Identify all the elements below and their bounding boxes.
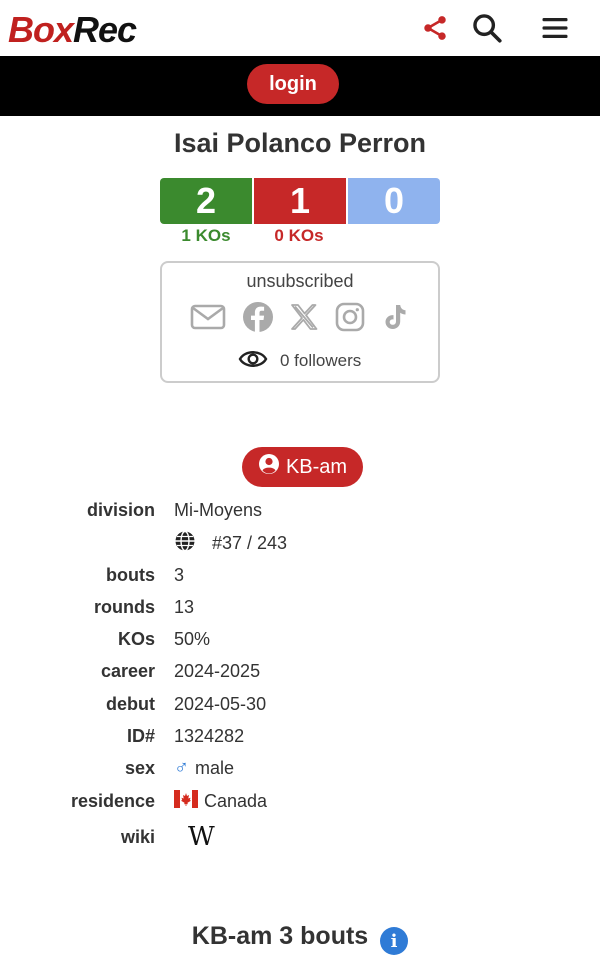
detail-value: 50% — [174, 628, 211, 649]
male-icon: ♂ — [174, 756, 189, 779]
detail-label: rounds — [94, 596, 155, 617]
detail-row-id: ID# 1324282 — [0, 721, 600, 751]
followers-row[interactable]: 0 followers — [238, 347, 361, 375]
detail-row-career: career 2024-2025 — [0, 656, 600, 686]
social-panel: unsubscribed 0 followers — [160, 261, 440, 383]
detail-label: sex — [124, 757, 155, 778]
detail-label: residence — [70, 790, 155, 811]
ranking-text: #37 / 243 — [212, 532, 288, 553]
user-circle-icon — [258, 453, 280, 481]
detail-value[interactable]: Canada — [174, 789, 268, 813]
wins-kos: 1 KOs — [181, 226, 231, 245]
losses-kos: 0 KOs — [274, 226, 324, 245]
detail-label: career — [100, 660, 155, 681]
draws-count: 0 — [348, 178, 440, 224]
share-icon[interactable] — [415, 8, 455, 48]
boxrec-logo[interactable]: BoxRec — [8, 10, 137, 50]
tiktok-icon[interactable] — [380, 302, 410, 337]
globe-icon — [174, 530, 196, 557]
wins-count: 2 — [160, 178, 252, 224]
detail-value: 3 — [174, 564, 185, 585]
detail-row-bouts: bouts 3 — [0, 560, 600, 590]
subscription-status: unsubscribed — [246, 271, 354, 291]
detail-label: division — [86, 499, 155, 520]
detail-label: KOs — [117, 628, 155, 649]
detail-label: debut — [106, 693, 155, 714]
x-icon[interactable] — [289, 302, 319, 337]
detail-value: 2024-2025 — [174, 660, 261, 681]
login-button[interactable]: login — [247, 64, 339, 104]
menu-icon[interactable] — [535, 8, 575, 48]
sex-text: male — [195, 757, 235, 778]
followers-count: 0 followers — [280, 351, 362, 370]
record-bar: 2 1 0 — [160, 178, 440, 224]
promoter-label: KB-am — [285, 455, 348, 478]
detail-value: 2024-05-30 — [174, 693, 267, 714]
top-header: BoxRec — [0, 0, 600, 56]
bouts-section-title: KB-am 3 bouts — [191, 922, 369, 950]
detail-label: ID# — [126, 725, 155, 746]
detail-row-kos: KOs 50% — [0, 624, 600, 654]
detail-row-rounds: rounds 13 — [0, 592, 600, 622]
detail-row-wiki: wiki W — [0, 822, 600, 852]
email-icon[interactable] — [190, 302, 226, 337]
promoter-button[interactable]: KB-am — [242, 447, 363, 487]
detail-label: wiki — [120, 826, 155, 847]
losses-count: 1 — [254, 178, 346, 224]
ranking-value[interactable]: #37 / 243 — [174, 530, 287, 557]
detail-row-debut: debut 2024-05-30 — [0, 689, 600, 719]
info-icon[interactable]: i — [380, 927, 408, 955]
detail-value: ♂ male — [174, 757, 234, 780]
wikipedia-icon[interactable]: W — [188, 822, 215, 852]
detail-row-division: division Mi-Moyens — [0, 495, 600, 525]
residence-text: Canada — [204, 790, 268, 811]
detail-value[interactable]: Mi-Moyens — [174, 500, 262, 521]
detail-row-ranking: #37 / 243 — [0, 528, 600, 558]
social-icons — [190, 301, 410, 337]
facebook-icon[interactable] — [242, 301, 274, 338]
detail-value: 13 — [174, 596, 195, 617]
canada-flag-icon — [174, 789, 198, 813]
detail-value: 1324282 — [174, 725, 245, 746]
detail-label: bouts — [106, 564, 155, 585]
eye-icon — [238, 348, 268, 375]
boxer-name: Isai Polanco Perron — [173, 128, 427, 158]
detail-row-sex: sex ♂ male — [0, 753, 600, 783]
instagram-icon[interactable] — [335, 302, 365, 337]
search-icon[interactable] — [467, 8, 507, 48]
detail-row-residence: residence Canada — [0, 786, 600, 816]
